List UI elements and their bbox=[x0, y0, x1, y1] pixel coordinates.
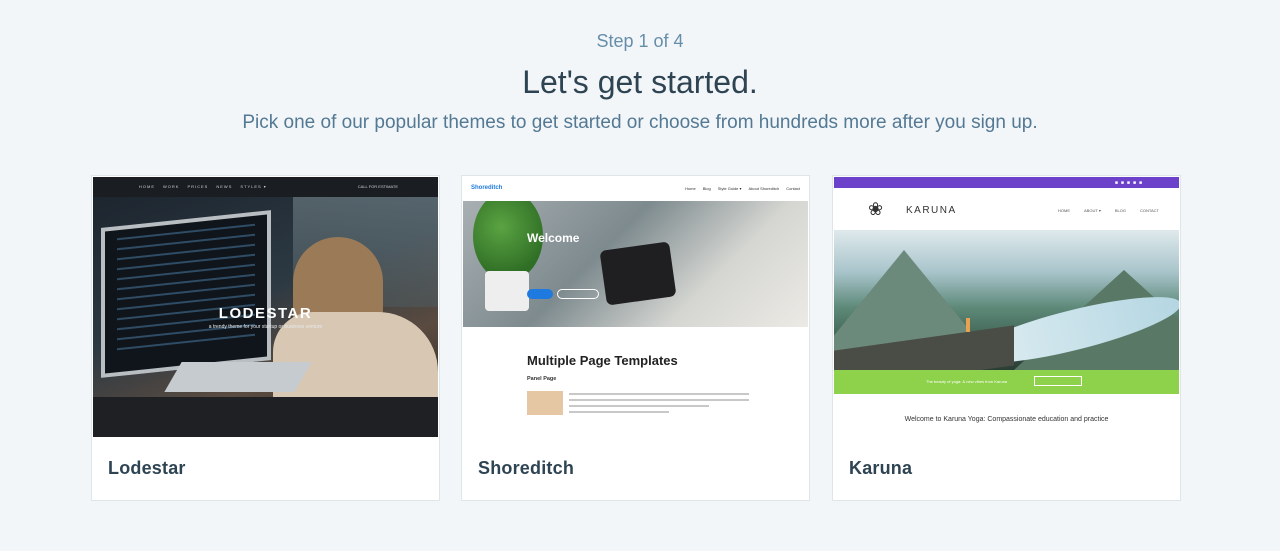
theme-card-karuna[interactable]: ■■■■■ ❀ KARUNA HOME ABOUT ▾ BLOG CONTACT Th… bbox=[832, 175, 1181, 501]
theme-name: Shoreditch bbox=[478, 458, 575, 478]
page-subtitle: Pick one of our popular themes to get st… bbox=[242, 112, 1038, 133]
preview-cta: CALL FOR ESTIMATE bbox=[357, 184, 398, 189]
theme-card-lodestar[interactable]: HOME WORK PRICES NEWS STYLES ▾ CALL FOR ESTI… bbox=[91, 175, 440, 501]
preview-nav: HOME ABOUT ▾ BLOG CONTACT bbox=[1058, 208, 1159, 213]
preview-band-text: The beauty of yoga: & new vibes from Kar… bbox=[926, 379, 1008, 384]
preview-nav: Home Blog Style Guide ▾ About Shoreditch Con… bbox=[685, 186, 800, 191]
theme-name: Lodestar bbox=[108, 458, 186, 478]
theme-preview-lodestar: HOME WORK PRICES NEWS STYLES ▾ CALL FOR ESTI… bbox=[93, 177, 438, 437]
lotus-icon: ❀ bbox=[868, 199, 884, 219]
preview-logo: LODESTAR bbox=[218, 305, 313, 322]
step-indicator: Step 1 of 4 bbox=[596, 31, 684, 51]
preview-brand: KARUNA bbox=[906, 205, 957, 216]
preview-brand: Shoreditch bbox=[471, 185, 503, 191]
preview-section-title: Multiple Page Templates bbox=[527, 353, 678, 368]
theme-preview-karuna: ■■■■■ ❀ KARUNA HOME ABOUT ▾ BLOG CONTACT Th… bbox=[834, 177, 1179, 437]
theme-name: Karuna bbox=[849, 458, 913, 478]
theme-card-shoreditch[interactable]: Shoreditch Home Blog Style Guide ▾ About Sh… bbox=[461, 175, 810, 501]
preview-section-subtitle: Panel Page bbox=[527, 376, 557, 382]
page-title: Let's get started. bbox=[522, 64, 758, 100]
preview-nav: HOME WORK PRICES NEWS STYLES ▾ bbox=[139, 184, 267, 189]
preview-tagline: a trendy theme for your startup or busin… bbox=[208, 324, 323, 330]
preview-hero-title: Welcome bbox=[527, 231, 580, 245]
preview-welcome: Welcome to Karuna Yoga: Compassionate ed… bbox=[904, 416, 1109, 423]
social-icons: ■■■■■ bbox=[1114, 180, 1145, 186]
theme-preview-shoreditch: Shoreditch Home Blog Style Guide ▾ About Sh… bbox=[463, 177, 808, 437]
